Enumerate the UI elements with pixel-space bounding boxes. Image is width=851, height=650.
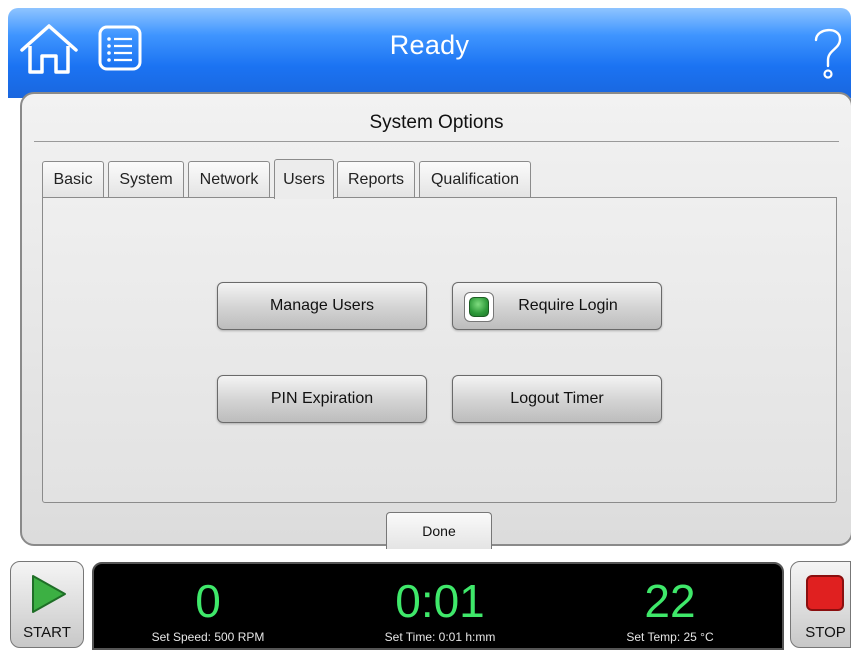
set-speed-caption: Set Speed: 500 RPM <box>151 630 265 644</box>
time-readout: 0:01 <box>395 575 485 627</box>
app-screen: Ready System Options Basic System Networ… <box>0 0 851 650</box>
tab-users[interactable]: Users <box>274 159 334 199</box>
pin-expiration-button[interactable]: PIN Expiration <box>217 375 427 423</box>
logout-timer-button[interactable]: Logout Timer <box>452 375 662 423</box>
tab-basic[interactable]: Basic <box>42 161 104 198</box>
stop-icon <box>806 575 844 611</box>
require-login-indicator <box>464 292 494 322</box>
tab-qualification[interactable]: Qualification <box>419 161 531 198</box>
header-bar: Ready <box>8 8 851 98</box>
temp-readout: 22 <box>644 575 696 627</box>
speed-readout: 0 <box>195 575 221 627</box>
require-login-button[interactable]: Require Login <box>452 282 662 330</box>
start-button[interactable]: START <box>10 561 84 648</box>
status-title: Ready <box>389 30 470 60</box>
help-button[interactable] <box>808 22 848 82</box>
run-status-display: 0 Set Speed: 500 RPM 0:01 Set Time: 0:01… <box>92 562 784 650</box>
stop-button[interactable]: STOP <box>790 561 851 648</box>
tab-system[interactable]: System <box>108 161 184 198</box>
logout-timer-label: Logout Timer <box>510 390 604 407</box>
tab-reports[interactable]: Reports <box>337 161 415 198</box>
pin-expiration-label: PIN Expiration <box>270 390 374 407</box>
users-tab-panel: Manage Users Require Login PIN Expiratio… <box>42 197 837 503</box>
dialog-title: System Options <box>369 112 504 133</box>
help-icon <box>814 28 842 79</box>
set-time-caption: Set Time: 0:01 h:mm <box>384 630 496 644</box>
start-label: START <box>23 624 71 641</box>
title-divider <box>34 141 839 142</box>
done-button[interactable]: Done <box>386 512 492 549</box>
manage-users-label: Manage Users <box>269 297 375 314</box>
led-on-icon <box>469 297 489 317</box>
set-temp-caption: Set Temp: 25 °C <box>626 630 714 644</box>
system-options-dialog: System Options Basic System Network User… <box>20 92 851 549</box>
play-icon <box>32 575 66 613</box>
require-login-label: Require Login <box>518 297 618 314</box>
manage-users-button[interactable]: Manage Users <box>217 282 427 330</box>
tab-network[interactable]: Network <box>188 161 270 198</box>
stop-label: STOP <box>805 624 846 641</box>
